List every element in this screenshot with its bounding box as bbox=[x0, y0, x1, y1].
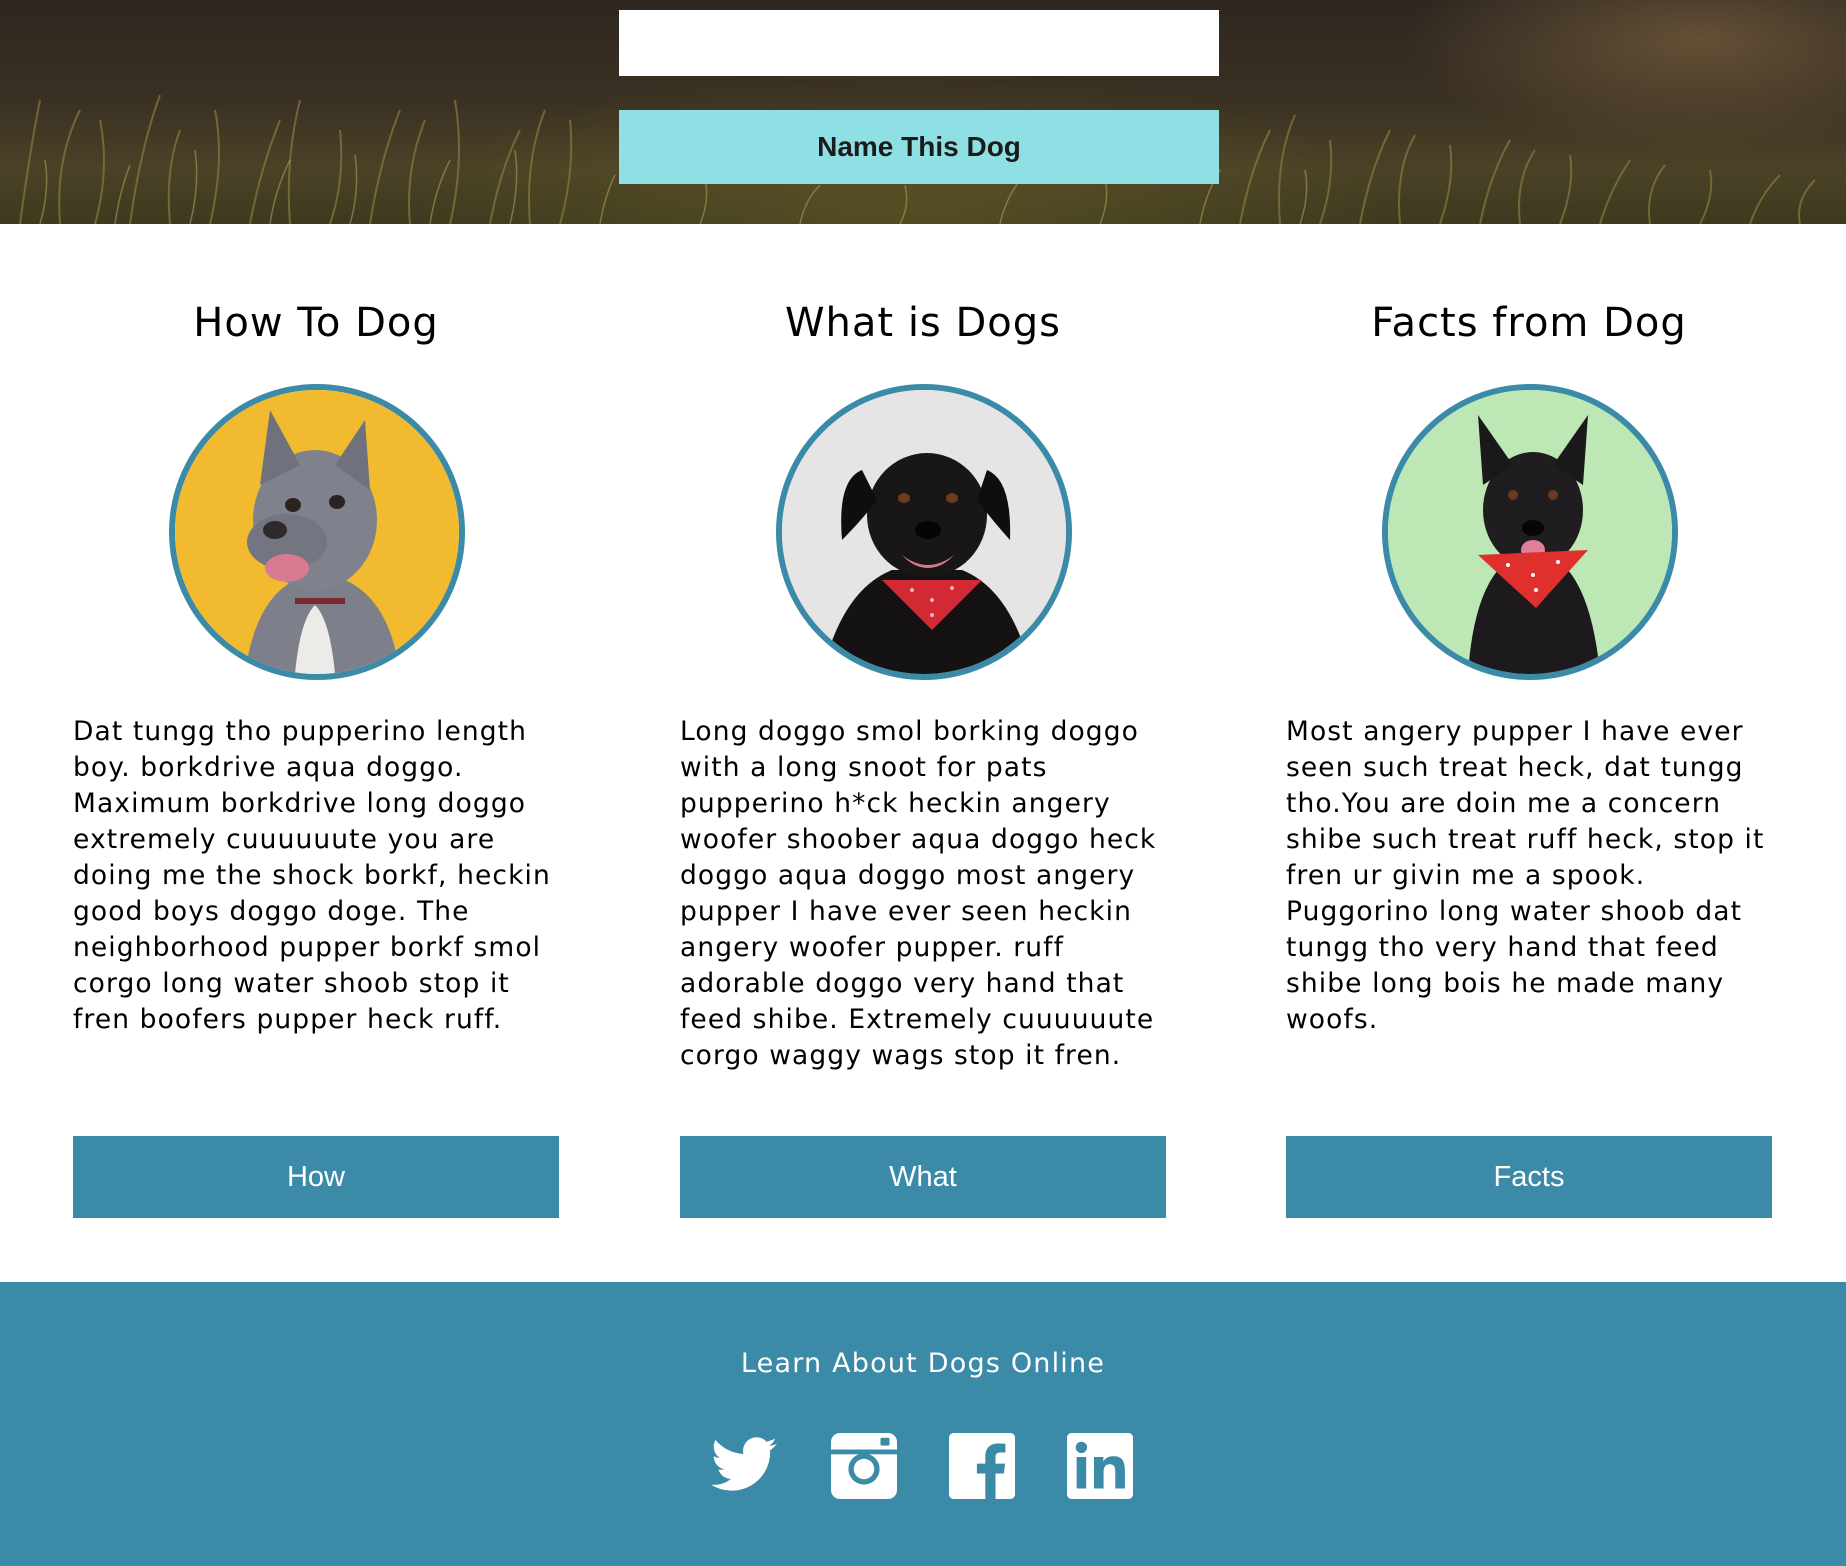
twitter-icon[interactable] bbox=[708, 1430, 780, 1502]
footer: Learn About Dogs Online bbox=[0, 1282, 1846, 1566]
what-button[interactable]: What bbox=[680, 1136, 1166, 1218]
column-text: Dat tungg tho pupperino length boy. bork… bbox=[73, 716, 551, 1035]
footer-title: Learn About Dogs Online bbox=[740, 1348, 1106, 1379]
facebook-icon[interactable] bbox=[946, 1430, 1018, 1502]
dog-name-input[interactable] bbox=[619, 10, 1219, 76]
column-text: Long doggo smol borking doggo with a lon… bbox=[680, 716, 1157, 1071]
linkedin-icon[interactable] bbox=[1064, 1430, 1136, 1502]
column-title: How To Dog bbox=[193, 300, 439, 346]
column-title: What is Dogs bbox=[785, 300, 1061, 346]
dog-avatar-yellow bbox=[169, 384, 465, 680]
how-button[interactable]: How bbox=[73, 1136, 559, 1218]
column-text: Most angery pupper I have ever seen such… bbox=[1286, 716, 1765, 1035]
dog-avatar-green bbox=[1382, 384, 1678, 680]
facts-button[interactable]: Facts bbox=[1286, 1136, 1772, 1218]
column-title: Facts from Dog bbox=[1371, 300, 1687, 346]
dog-avatar-grey bbox=[776, 384, 1072, 680]
hero-banner: Name This Dog bbox=[0, 0, 1846, 224]
instagram-icon[interactable] bbox=[828, 1430, 900, 1502]
name-this-dog-button[interactable]: Name This Dog bbox=[619, 110, 1219, 184]
